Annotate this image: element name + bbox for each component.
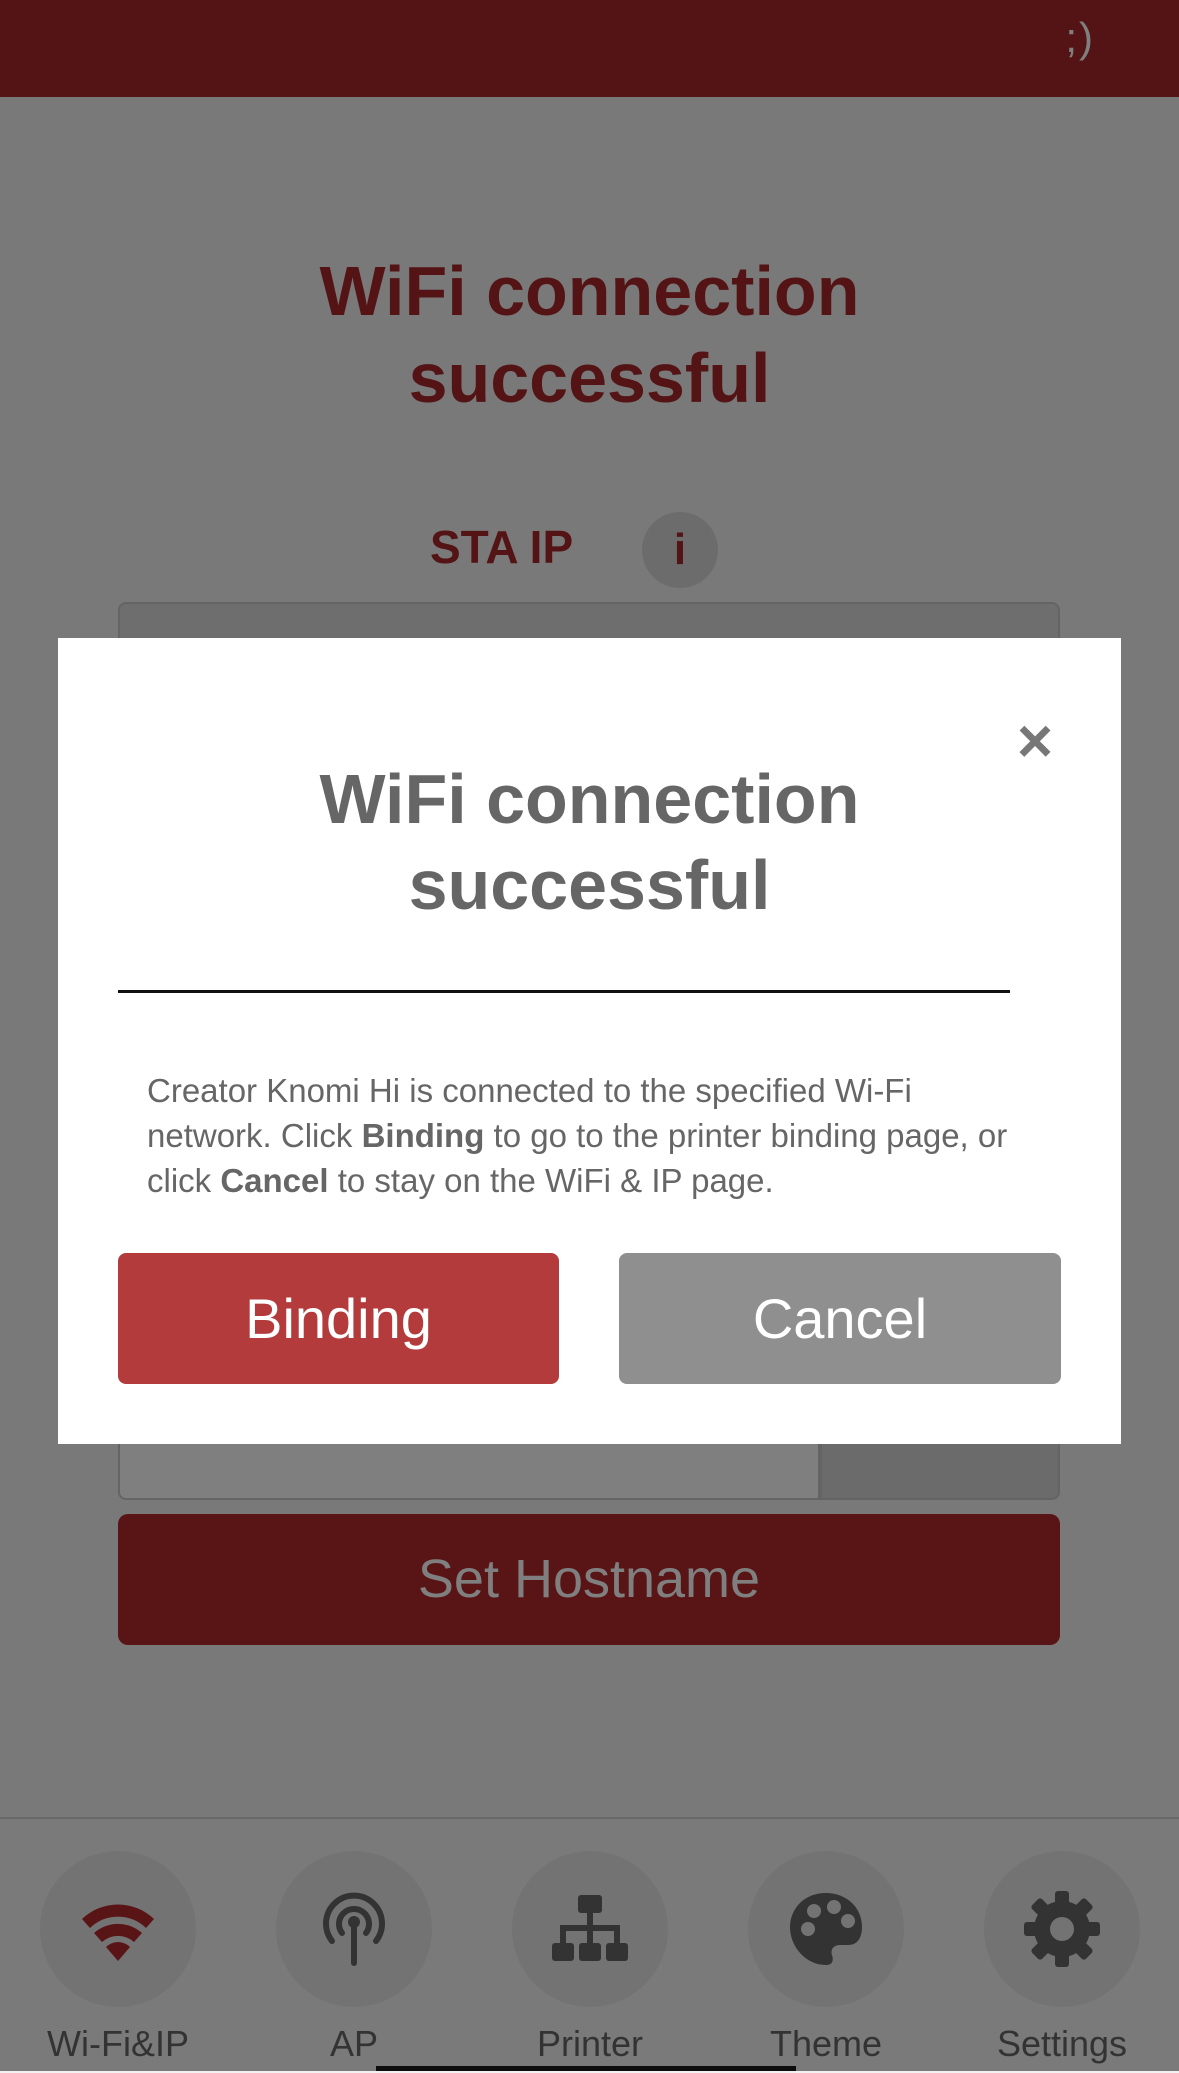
modal-divider	[118, 990, 1010, 993]
modal-message-binding: Binding	[361, 1117, 485, 1154]
binding-button[interactable]: Binding	[118, 1253, 559, 1384]
modal-title: WiFi connection successful	[58, 756, 1121, 928]
modal-title-line2: successful	[408, 846, 771, 924]
cancel-button[interactable]: Cancel	[619, 1253, 1061, 1384]
modal-message-part3: to stay on the WiFi & IP page.	[328, 1162, 774, 1199]
success-modal: × WiFi connection successful Creator Kno…	[58, 638, 1121, 1444]
modal-message: Creator Knomi Hi is connected to the spe…	[147, 1068, 1027, 1203]
modal-message-cancel: Cancel	[220, 1162, 329, 1199]
modal-title-line1: WiFi connection	[319, 760, 860, 838]
